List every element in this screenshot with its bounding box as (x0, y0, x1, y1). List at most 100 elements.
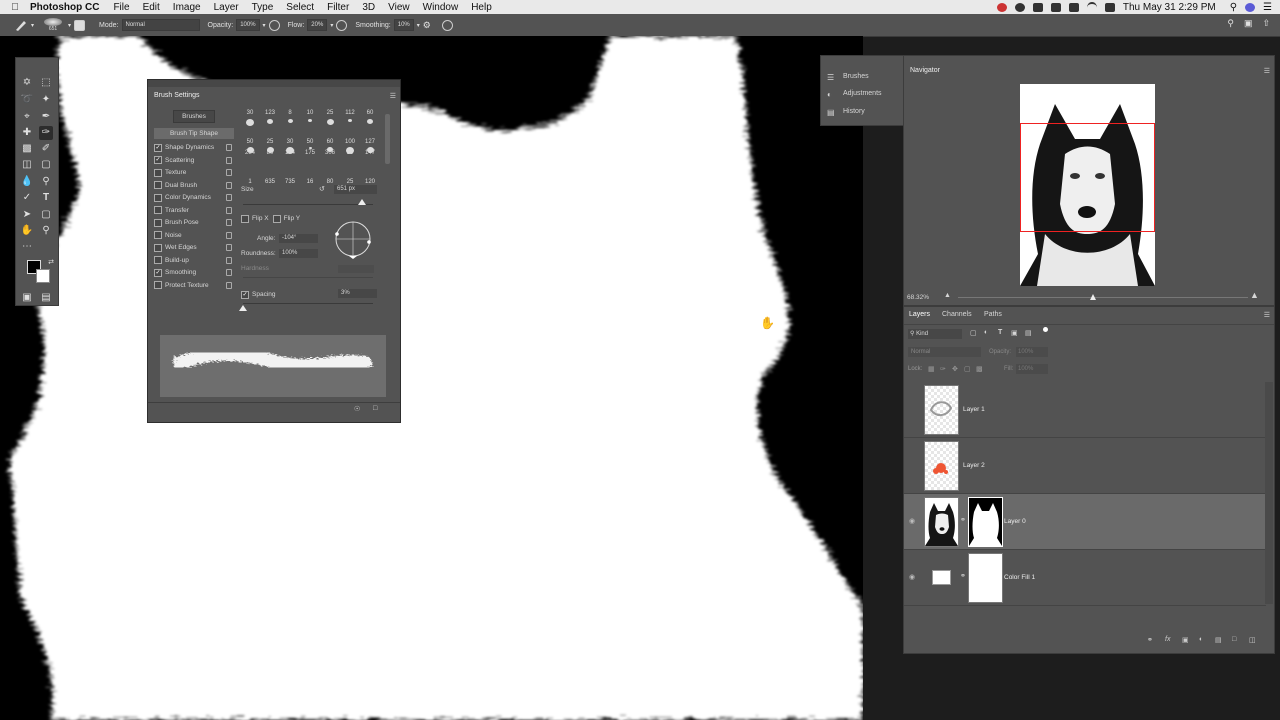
new-layer-icon[interactable]: □ (1232, 636, 1240, 644)
brush-option-row[interactable]: ✓ Smoothing (154, 267, 234, 278)
menu-file[interactable]: File (113, 2, 129, 13)
menu-filter[interactable]: Filter (327, 2, 349, 13)
navigator-tab[interactable]: Navigator (910, 67, 940, 74)
clock[interactable]: Thu May 31 2:29 PM (1123, 2, 1216, 13)
brush-tip-swatch[interactable] (348, 119, 352, 122)
history-panel-button[interactable]: History (843, 108, 865, 115)
gear-icon[interactable]: ⚙ (423, 20, 431, 31)
document-canvas[interactable]: ✋ (0, 36, 863, 720)
create-new-brush-icon[interactable]: □ (373, 405, 377, 412)
link-layers-icon[interactable]: ⚭ (1147, 636, 1155, 644)
size-slider[interactable] (243, 204, 373, 205)
marquee-tool-icon[interactable]: ⬚ (39, 76, 53, 90)
brush-tip-swatch[interactable] (267, 119, 273, 124)
lock-position-icon[interactable]: ✥ (952, 365, 958, 373)
creative-cloud-icon[interactable] (1014, 2, 1025, 12)
status-app-icon[interactable] (996, 2, 1007, 12)
opacity-field[interactable]: 100% (236, 19, 260, 31)
panel-grip[interactable] (148, 80, 400, 87)
chevron-down-icon[interactable]: ▾ (330, 22, 333, 29)
blend-mode-dropdown[interactable]: Normal (908, 347, 981, 357)
healing-brush-tool-icon[interactable]: ✚ (20, 126, 34, 140)
history-brush-tool-icon[interactable]: ✐ (39, 142, 53, 156)
layer-mask-thumbnail[interactable] (968, 553, 1003, 603)
brush-tip-swatch[interactable] (346, 147, 354, 154)
lock-icon[interactable] (226, 231, 232, 239)
lock-icon[interactable] (226, 244, 232, 251)
share-icon[interactable]: ⇧ (1262, 18, 1270, 29)
zoom-slider[interactable] (958, 297, 1248, 298)
menu-image[interactable]: Image (173, 2, 201, 13)
lock-icon[interactable] (226, 194, 232, 201)
filter-type-icon[interactable]: T (998, 329, 1002, 336)
spacing-slider-handle[interactable] (239, 305, 247, 311)
volume-icon[interactable] (1104, 2, 1115, 12)
shape-tool-icon[interactable]: ▢ (39, 208, 53, 222)
app-menu[interactable]: Photoshop CC (30, 2, 99, 13)
zoom-in-icon[interactable]: ▲ (1250, 290, 1259, 300)
chevron-down-icon[interactable]: ▾ (417, 22, 420, 29)
layer-style-fx-icon[interactable]: fx (1165, 636, 1173, 644)
lock-icon[interactable] (226, 269, 232, 276)
new-group-icon[interactable]: ▤ (1215, 636, 1223, 644)
size-field[interactable]: 651 px (334, 185, 377, 194)
pressure-opacity-icon[interactable] (268, 19, 280, 31)
brush-tip-swatch[interactable] (308, 147, 312, 149)
brush-tip-swatch[interactable] (308, 119, 312, 122)
toggle-live-tip-icon[interactable]: ☉ (354, 405, 360, 413)
pressure-size-icon[interactable] (441, 19, 453, 31)
mask-link-icon[interactable]: ⚭ (960, 572, 966, 580)
chevron-down-icon[interactable]: ▾ (31, 22, 34, 29)
brush-option-row[interactable]: ✓ Scattering (154, 155, 234, 166)
airbrush-icon[interactable] (336, 19, 348, 31)
dodge-tool-icon[interactable]: ⚲ (39, 175, 53, 189)
workspace-icon[interactable]: ▣ (1244, 18, 1253, 29)
layer-name[interactable]: Color Fill 1 (1004, 574, 1035, 581)
lock-icon[interactable] (226, 169, 232, 176)
menu-help[interactable]: Help (471, 2, 492, 13)
history-panel-icon[interactable]: ▤ (827, 108, 835, 117)
screen-mode-icon[interactable]: ▤ (39, 291, 53, 305)
layer-name[interactable]: Layer 2 (963, 462, 985, 469)
apple-menu-icon[interactable]:  (0, 2, 30, 13)
adjustments-panel-button[interactable]: Adjustments (843, 90, 882, 97)
brush-tip-swatch[interactable] (246, 119, 254, 126)
panel-menu-icon[interactable]: ☰ (1264, 67, 1270, 75)
lock-icon[interactable] (226, 256, 232, 264)
layer-name[interactable]: Layer 0 (1004, 518, 1026, 525)
menu-type[interactable]: Type (252, 2, 274, 13)
filter-smart-object-icon[interactable]: ▤ (1025, 329, 1032, 337)
brush-settings-toggle-icon[interactable] (74, 19, 86, 31)
lasso-tool-icon[interactable]: ➰ (20, 93, 34, 107)
lock-icon[interactable] (226, 181, 232, 189)
tip-grid-scrollbar[interactable] (385, 114, 390, 164)
brush-option-row[interactable]: Color Dynamics (154, 192, 234, 203)
move-tool-icon[interactable]: ✡ (20, 76, 34, 90)
hand-tool-icon[interactable]: ✋ (20, 224, 34, 238)
eraser-tool-icon[interactable]: ◫ (20, 158, 34, 172)
spacing-slider[interactable] (243, 303, 373, 304)
brush-option-row[interactable]: Protect Texture (154, 280, 234, 291)
brush-option-checkbox[interactable] (154, 168, 162, 177)
flow-field[interactable]: 20% (307, 19, 328, 31)
layer-row-selected[interactable]: ◉ ⚭ Layer 0 (904, 494, 1266, 550)
brush-tip-swatch[interactable] (246, 147, 254, 153)
brush-option-row[interactable]: Noise (154, 230, 234, 241)
brush-option-checkbox[interactable] (154, 281, 162, 289)
brush-option-row[interactable]: Transfer (154, 205, 234, 216)
search-icon[interactable]: ⚲ (1227, 18, 1234, 29)
filter-kind-dropdown[interactable]: ⚲ Kind (908, 329, 962, 339)
menu-layer[interactable]: Layer (214, 2, 239, 13)
brush-option-checkbox[interactable]: ✓ (154, 268, 162, 277)
angle-roundness-dial[interactable] (332, 218, 374, 260)
brush-option-checkbox[interactable]: ✓ (154, 156, 162, 164)
roundness-field[interactable]: 100% (279, 249, 318, 258)
blur-tool-icon[interactable]: 💧 (20, 175, 34, 189)
size-slider-handle[interactable] (358, 199, 366, 205)
smoothing-field[interactable]: 10% (393, 19, 414, 31)
tab-layers[interactable]: Layers (909, 311, 930, 318)
brush-tip-swatch[interactable] (286, 147, 294, 154)
brush-option-row[interactable]: ✓ Shape Dynamics (154, 142, 234, 153)
lock-icon[interactable] (226, 219, 232, 226)
lock-icon[interactable] (226, 281, 232, 289)
